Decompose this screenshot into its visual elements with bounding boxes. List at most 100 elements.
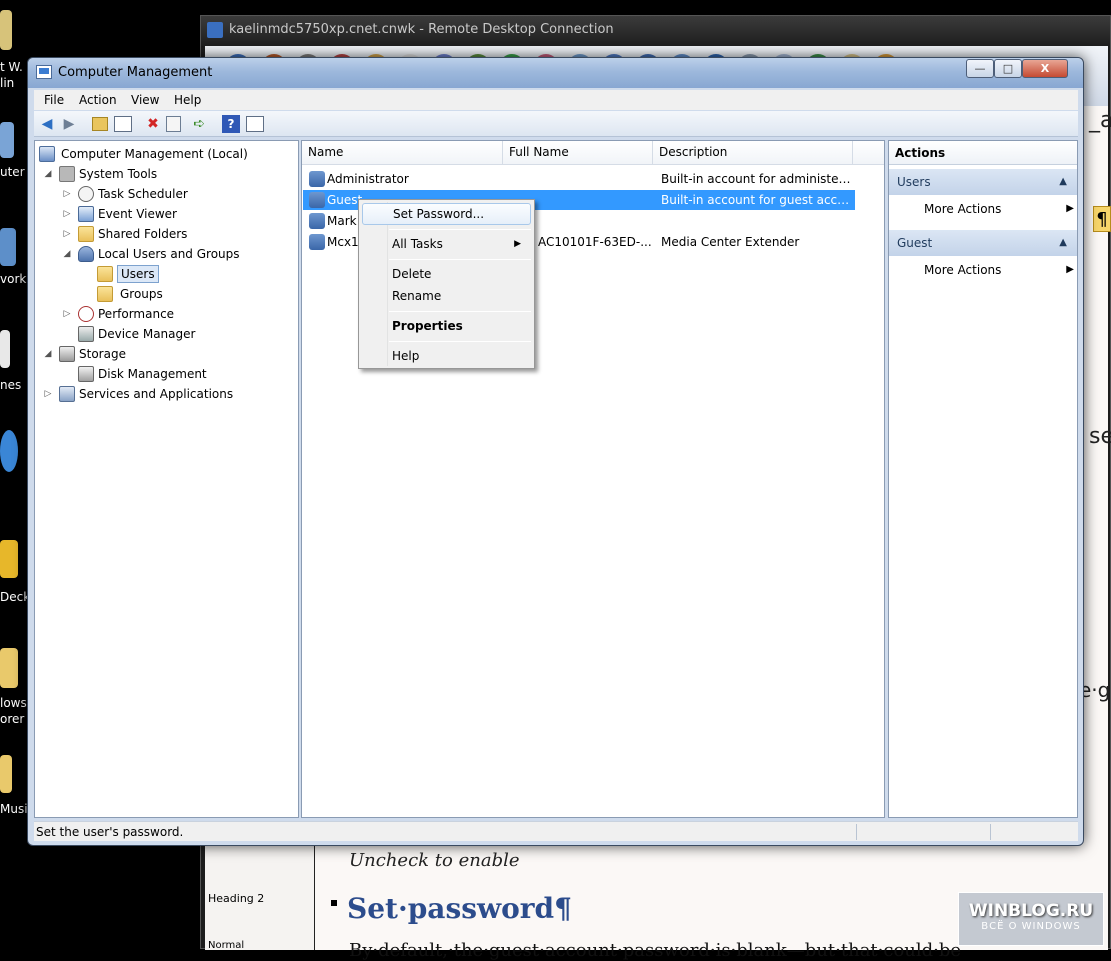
action-pane-icon[interactable] xyxy=(246,116,264,132)
collapsed-arrow-icon[interactable]: ▷ xyxy=(62,305,72,323)
menu-item-properties[interactable]: Properties xyxy=(362,315,531,337)
computer-management-icon xyxy=(36,65,52,79)
tree-label: Local Users and Groups xyxy=(98,247,240,261)
export-list-icon[interactable]: ➪ xyxy=(190,115,208,133)
menu-item-label: Set Password... xyxy=(393,207,485,221)
remote-desktop-icon xyxy=(207,22,223,38)
tree-label: Users xyxy=(117,265,159,283)
more-actions-users[interactable]: More Actions ▶ xyxy=(924,199,1074,219)
titlebar[interactable]: Computer Management — □ X xyxy=(28,58,1083,88)
window-title: Computer Management xyxy=(58,65,213,80)
users-group-icon xyxy=(78,246,94,262)
tree-pane: Computer Management (Local) ◢ System Too… xyxy=(34,140,299,818)
cell-description: Built-in account for administeri... xyxy=(661,172,855,186)
show-hide-tree-icon[interactable] xyxy=(114,116,132,132)
watermark: WINBLOG.RU ВСЁ О WINDOWS xyxy=(958,892,1104,946)
expanded-arrow-icon[interactable]: ◢ xyxy=(43,165,53,183)
watermark-line1: WINBLOG.RU xyxy=(968,901,1094,921)
maximize-button[interactable]: □ xyxy=(994,59,1022,78)
doc-fragment: se xyxy=(1089,424,1111,449)
status-divider xyxy=(856,824,857,840)
tree-label: Services and Applications xyxy=(79,387,234,401)
menu-item-label: Delete xyxy=(392,267,432,281)
computer-icon[interactable] xyxy=(0,122,14,158)
browser-icon[interactable] xyxy=(0,430,18,472)
menu-action[interactable]: Action xyxy=(79,93,117,107)
storage-icon xyxy=(59,346,75,362)
tree-label: System Tools xyxy=(79,167,158,181)
table-row[interactable]: Administrator Built-in account for admin… xyxy=(303,169,883,189)
menu-item-rename[interactable]: Rename xyxy=(362,285,531,307)
doc-body-text: By·default,·the·guest·account·password·i… xyxy=(349,940,962,961)
menu-file[interactable]: File xyxy=(44,93,64,107)
collapsed-arrow-icon[interactable]: ▷ xyxy=(62,225,72,243)
actions-group-guest[interactable]: Guest ▲ xyxy=(889,230,1077,256)
actions-group-title: Users xyxy=(897,175,931,189)
menu-item-set-password[interactable]: Set Password... xyxy=(362,203,531,225)
user-icon xyxy=(309,192,325,208)
back-arrow-icon[interactable]: ◀ xyxy=(38,115,56,133)
column-header-name[interactable]: Name xyxy=(302,141,503,165)
music-icon[interactable] xyxy=(0,755,12,793)
menu-bar: File Action View Help xyxy=(34,90,1078,110)
desktop-label: nes xyxy=(0,378,22,392)
collapsed-arrow-icon[interactable]: ▷ xyxy=(62,205,72,223)
explorer-icon[interactable] xyxy=(0,648,18,688)
network-icon[interactable] xyxy=(0,228,16,266)
menu-item-delete[interactable]: Delete xyxy=(362,263,531,285)
remote-desktop-titlebar[interactable]: kaelinmdc5750xp.cnet.cnwk - Remote Deskt… xyxy=(201,16,1110,46)
watermark-line2: ВСЁ О WINDOWS xyxy=(981,921,1081,932)
tree-label: Event Viewer xyxy=(98,207,177,221)
services-icon xyxy=(59,386,75,402)
desktop-label: uter xyxy=(0,165,25,179)
collapsed-arrow-icon[interactable]: ▷ xyxy=(43,385,53,403)
collapsed-arrow-icon[interactable]: ▷ xyxy=(62,185,72,203)
menu-item-all-tasks[interactable]: All Tasks ▶ xyxy=(362,233,531,255)
actions-group-title: Guest xyxy=(897,236,933,250)
menu-view[interactable]: View xyxy=(131,93,159,107)
actions-group-users[interactable]: Users ▲ xyxy=(889,169,1077,195)
submenu-arrow-icon: ▶ xyxy=(514,239,521,249)
delete-icon[interactable]: ✖ xyxy=(144,115,162,133)
folder-icon xyxy=(97,286,113,302)
minimize-button[interactable]: — xyxy=(966,59,994,78)
document-icon[interactable] xyxy=(0,330,10,368)
expanded-arrow-icon[interactable]: ◢ xyxy=(62,245,72,263)
close-button[interactable]: X xyxy=(1022,59,1068,78)
desktop-label: vork xyxy=(0,272,27,286)
menu-help[interactable]: Help xyxy=(174,93,201,107)
user-icon xyxy=(309,213,325,229)
column-header-full-name[interactable]: Full Name xyxy=(503,141,653,165)
heading-bullet xyxy=(331,900,337,906)
properties-icon[interactable] xyxy=(166,116,181,132)
collapse-arrow-icon[interactable]: ▲ xyxy=(1059,230,1067,256)
menu-item-label: All Tasks xyxy=(392,237,443,251)
computer-management-window[interactable]: Computer Management — □ X File Action Vi… xyxy=(27,57,1084,846)
expanded-arrow-icon[interactable]: ◢ xyxy=(43,345,53,363)
menu-separator xyxy=(389,259,531,260)
user-disabled-icon xyxy=(309,171,325,187)
more-actions-guest[interactable]: More Actions ▶ xyxy=(924,260,1074,280)
cell-full-name: AC10101F-63ED-... xyxy=(538,235,652,249)
menu-item-label: Help xyxy=(392,349,420,363)
collapse-arrow-icon[interactable]: ▲ xyxy=(1059,169,1067,195)
up-folder-icon[interactable] xyxy=(92,117,108,131)
menu-item-help[interactable]: Help xyxy=(362,345,531,367)
menu-separator xyxy=(389,341,531,342)
help-icon[interactable]: ? xyxy=(222,115,240,133)
menu-separator xyxy=(389,311,531,312)
toolbar: ◀ ▶ ✖ ➪ ? xyxy=(34,111,1078,137)
column-header-description[interactable]: Description xyxy=(653,141,853,165)
user-icon xyxy=(309,234,325,250)
menu-separator xyxy=(389,229,531,230)
doc-fragment: _a xyxy=(1089,108,1111,133)
more-actions-label: More Actions xyxy=(924,202,1002,216)
pilcrow-icon[interactable]: ¶ xyxy=(1093,206,1111,232)
tree-label: Performance xyxy=(98,307,175,321)
desktop-icon[interactable] xyxy=(0,10,12,50)
tweetdeck-icon[interactable] xyxy=(0,540,18,578)
forward-arrow-icon[interactable]: ▶ xyxy=(60,115,78,133)
folder-icon xyxy=(97,266,113,282)
more-actions-label: More Actions xyxy=(924,263,1002,277)
tree-label: Computer Management (Local) xyxy=(61,147,248,161)
